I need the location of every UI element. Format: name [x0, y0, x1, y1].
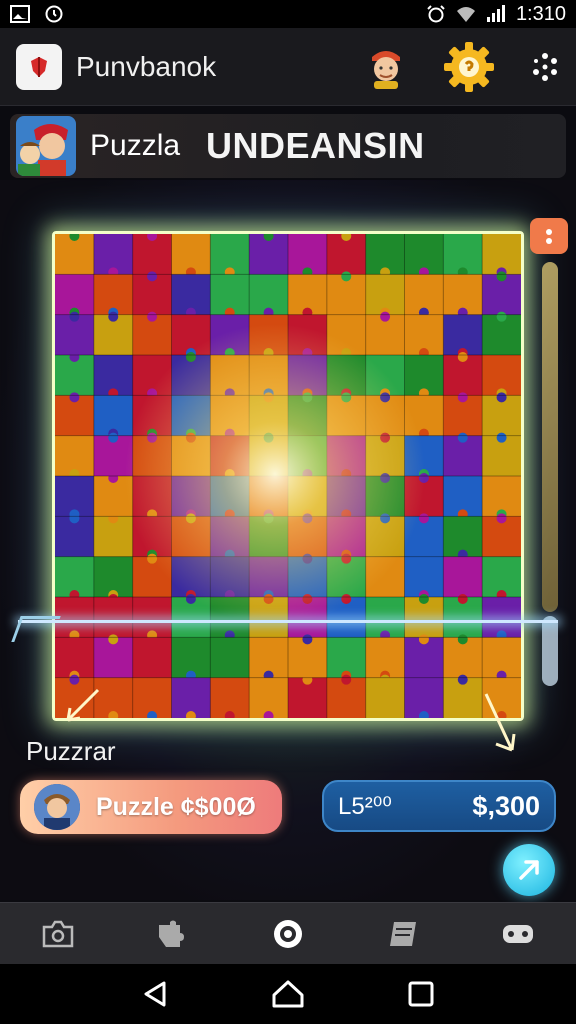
puzzle-knob	[147, 311, 158, 322]
avatar-icon[interactable]	[366, 45, 406, 89]
app-logo-icon[interactable]	[16, 43, 62, 90]
more-icon[interactable]	[530, 52, 560, 82]
puzzle-knob	[496, 513, 507, 524]
nav-puzzle[interactable]	[153, 914, 193, 954]
puzzle-knob	[341, 674, 352, 685]
corner-arrow-left-icon	[66, 688, 100, 722]
nav-camera[interactable]	[38, 914, 78, 954]
nav-gamepad[interactable]	[498, 914, 538, 954]
puzzle-knob	[69, 352, 80, 362]
nav-card[interactable]	[383, 914, 423, 954]
card-icon	[390, 921, 417, 946]
alarm-icon	[427, 5, 445, 23]
banner-avatar	[16, 116, 76, 176]
title-banner: Puzzla UNDEANSIN	[10, 114, 566, 178]
board-center-glow	[125, 324, 425, 624]
home-icon[interactable]	[271, 979, 305, 1009]
puzzle-knob	[457, 432, 468, 443]
puzzle-knob	[457, 392, 468, 403]
banner-label: Puzzla	[90, 129, 181, 162]
bottom-nav	[0, 902, 576, 964]
app-title: Punvbanok	[76, 50, 217, 82]
nav-target[interactable]	[268, 914, 308, 954]
signal-icon	[486, 5, 505, 22]
puzzle-knob	[457, 634, 468, 645]
side-slider-track[interactable]	[542, 262, 558, 612]
puzzle-knob	[496, 271, 507, 282]
image-icon	[10, 5, 30, 23]
system-nav	[0, 964, 576, 1024]
alarm-clock-icon	[45, 5, 63, 23]
gear-icon[interactable]	[442, 40, 496, 94]
puzzle-knob	[457, 594, 468, 604]
puzzle-knob	[302, 674, 313, 685]
puzzle-button-label: Puzzle ¢$00Ø	[96, 792, 256, 821]
puzzle-knob	[341, 271, 352, 282]
status-bar: 1:310	[0, 0, 576, 28]
camera-icon	[42, 920, 73, 947]
recents-icon[interactable]	[406, 979, 436, 1009]
puzzle-knob	[418, 634, 429, 645]
puzzle-knob	[457, 352, 468, 362]
puzzle-knob	[418, 594, 429, 604]
puzzle-knob	[108, 634, 119, 645]
puzzle-knob	[302, 634, 313, 645]
puzzle-sub-label: Puzzrar	[26, 736, 116, 766]
puzzle-knob	[380, 674, 391, 685]
puzzle-piece-icon	[158, 920, 184, 947]
puzzle-knob	[496, 432, 507, 443]
puzzle-knob	[496, 311, 507, 322]
price-left: L5²⁰⁰	[338, 792, 392, 820]
puzzle-button[interactable]: Puzzle ¢$00Ø	[20, 780, 282, 834]
share-fab[interactable]	[503, 844, 555, 896]
price-right: $,300	[472, 790, 540, 821]
back-icon[interactable]	[140, 979, 170, 1009]
puzzle-knob	[69, 513, 80, 524]
puzzle-knob	[108, 594, 119, 604]
price-button[interactable]: L5²⁰⁰ $,300	[322, 780, 556, 832]
player-avatar	[34, 784, 80, 830]
app-bar: Punvbanok	[0, 28, 576, 106]
puzzle-board[interactable]	[52, 231, 524, 721]
puzzle-knob	[108, 432, 119, 443]
puzzle-knob	[380, 311, 391, 322]
side-slider-handle[interactable]	[542, 616, 558, 686]
puzzle-grid[interactable]	[55, 234, 521, 718]
puzzle-knob	[108, 473, 119, 483]
puzzle-knob	[147, 271, 158, 282]
scan-line	[18, 620, 558, 623]
puzzle-knob	[108, 311, 119, 322]
puzzle-knob	[69, 392, 80, 403]
arrow-up-right-icon	[519, 860, 539, 880]
wifi-icon	[456, 7, 475, 22]
puzzle-knob	[418, 513, 429, 524]
puzzle-knob	[69, 674, 80, 685]
puzzle-knob	[496, 392, 507, 403]
corner-arrow-right-icon	[484, 693, 516, 752]
status-time: 1:310	[515, 2, 566, 25]
gamepad-icon	[503, 924, 534, 943]
banner-title: UNDEANSIN	[206, 125, 425, 166]
puzzle-knob	[108, 513, 119, 524]
side-menu-chip[interactable]	[530, 218, 568, 254]
target-icon	[273, 919, 302, 948]
puzzle-knob	[457, 674, 468, 685]
puzzle-knob	[69, 311, 80, 322]
